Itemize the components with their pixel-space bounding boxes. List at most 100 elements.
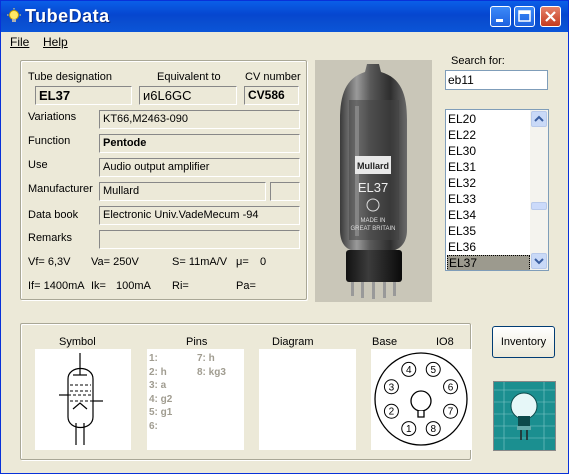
pin-entry: 2: h: [149, 366, 167, 378]
socket-pin-label: 6: [448, 382, 454, 393]
data-book-field[interactable]: Electronic Univ.VadeMecum -94: [99, 206, 300, 225]
close-button[interactable]: [540, 6, 561, 27]
pin-entry: 1:: [149, 353, 158, 364]
socket-pin: 1: [401, 421, 417, 437]
label-cv-number: CV number: [245, 71, 301, 83]
photo-brand: Mullard: [357, 161, 389, 171]
spec-va: Va= 250V: [91, 256, 139, 268]
diagram-label: Diagram: [272, 336, 314, 348]
pin-entry: 4: g2: [149, 393, 173, 405]
spec-ik-value: 100mA: [116, 280, 151, 292]
socket-pin-label: 1: [406, 424, 412, 435]
socket-pin: 3: [383, 379, 399, 395]
scroll-down-button[interactable]: [531, 253, 547, 269]
pins-panel: 1: 2: h 3: a 4: g2 5: g1 6: 7: h 8: kg3: [147, 349, 244, 450]
manufacturer-field[interactable]: Mullard: [99, 182, 266, 201]
equivalent-to-field[interactable]: и6L6GC: [139, 86, 237, 105]
list-scrollbar[interactable]: [530, 110, 548, 270]
socket-pin-label: 7: [448, 407, 454, 418]
tube-list[interactable]: EL20 EL22 EL30 EL31 EL32 EL33 EL34 EL35 EL36 EL37: [445, 109, 549, 271]
list-item[interactable]: EL36: [447, 239, 531, 255]
socket-pin: 2: [383, 403, 399, 419]
pins-label: Pins: [186, 336, 208, 348]
socket-pin: 6: [443, 379, 459, 395]
tube-logo-icon: [494, 382, 555, 450]
inventory-button[interactable]: Inventory: [492, 326, 555, 358]
spec-vf: Vf= 6,3V: [28, 256, 71, 268]
list-item[interactable]: EL35: [447, 223, 531, 239]
socket-pin-label: 8: [430, 424, 436, 435]
window-title: TubeData: [25, 6, 110, 26]
socket-pin-label: 3: [389, 382, 395, 393]
tube-designation-field[interactable]: EL37: [35, 86, 132, 105]
list-item[interactable]: EL31: [447, 159, 531, 175]
menu-file-label: File: [10, 35, 30, 49]
list-item[interactable]: EL22: [447, 127, 531, 143]
use-field[interactable]: Audio output amplifier: [99, 158, 300, 177]
list-item[interactable]: EL20: [447, 111, 531, 127]
photo-made-in: MADE IN: [360, 218, 385, 224]
scroll-up-button[interactable]: [531, 111, 547, 127]
base-type-label: IO8: [436, 336, 454, 348]
octal-socket: 1234 5678: [374, 352, 468, 446]
list-item[interactable]: EL33: [447, 191, 531, 207]
spec-mu-value: 0: [260, 256, 267, 268]
title-bar[interactable]: TubeData: [1, 1, 568, 32]
scroll-thumb[interactable]: [531, 202, 547, 210]
spec-pa: Pa=: [236, 280, 256, 292]
variations-field[interactable]: KT66,M2463-090: [99, 110, 300, 129]
cv-number-field[interactable]: CV586: [244, 86, 299, 105]
search-label: Search for:: [451, 55, 505, 67]
socket-pin-label: 5: [430, 365, 436, 376]
close-icon: [545, 11, 556, 22]
pin-entry: 7: h: [197, 353, 215, 364]
maximize-button[interactable]: [514, 6, 535, 27]
main-window: TubeData File Help Tube designation Equi…: [0, 0, 569, 474]
socket-pin: 8: [425, 421, 441, 437]
label-remarks: Remarks: [28, 232, 73, 244]
menu-bar: File Help: [1, 32, 568, 52]
label-function: Function: [28, 135, 71, 147]
maximize-icon: [518, 10, 531, 22]
photo-country: GREAT BRITAIN: [350, 226, 395, 232]
socket-pin-label: 2: [389, 407, 395, 418]
symbol-panel: [35, 349, 131, 450]
tube-photo: Mullard EL37 MADE IN GREAT BRITAIN: [315, 60, 432, 302]
menu-help-label: Help: [43, 35, 68, 49]
symbol-label: Symbol: [59, 336, 96, 348]
remarks-field[interactable]: [99, 230, 300, 249]
scroll-down-icon: [534, 258, 544, 265]
app-logo: [493, 381, 556, 451]
label-variations: Variations: [28, 111, 77, 123]
base-label: Base: [372, 336, 398, 348]
list-item[interactable]: EL32: [447, 175, 531, 191]
lightbulb-icon: [7, 8, 21, 22]
menu-help[interactable]: Help: [43, 35, 68, 49]
socket-pin: 7: [443, 403, 459, 419]
tube-photo-drawing: Mullard EL37 MADE IN GREAT BRITAIN: [340, 64, 407, 299]
list-item[interactable]: EL34: [447, 207, 531, 223]
label-use: Use: [28, 159, 48, 171]
scroll-up-icon: [534, 115, 544, 122]
minimize-icon: [496, 19, 503, 22]
socket-pin: 4: [401, 361, 417, 377]
spec-mu: μ=: [236, 256, 249, 268]
minimize-button[interactable]: [490, 6, 511, 27]
pin-entry: 5: g1: [149, 407, 173, 418]
label-equivalent-to: Equivalent to: [157, 71, 221, 83]
list-item[interactable]: EL30: [447, 143, 531, 159]
spec-if: If= 1400mA: [28, 280, 85, 292]
spec-ri: Ri=: [172, 280, 189, 292]
pin-entry: 6:: [149, 420, 158, 432]
list-item[interactable]: EL37: [447, 255, 530, 270]
label-data-book: Data book: [28, 209, 79, 221]
socket-pin: 5: [425, 361, 441, 377]
search-input[interactable]: [445, 70, 548, 90]
photo-type: EL37: [358, 180, 388, 195]
function-field[interactable]: Pentode: [99, 134, 300, 153]
manufacturer-code-field[interactable]: [270, 182, 300, 201]
socket-pin-label: 4: [406, 365, 412, 376]
spec-s: S= 11mA/V: [172, 256, 228, 268]
pin-entry: 3: a: [149, 380, 167, 391]
menu-file[interactable]: File: [10, 35, 29, 49]
